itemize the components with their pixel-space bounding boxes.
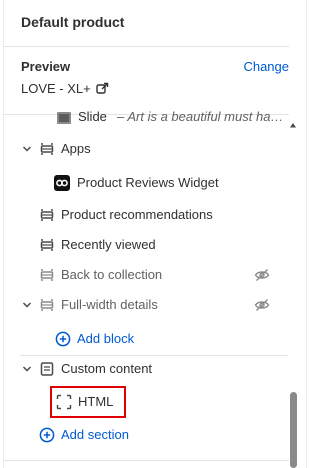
preview-value: LOVE - XL+ bbox=[21, 81, 91, 96]
tree-item-label: Full-width details bbox=[61, 297, 158, 312]
preview-product: LOVE - XL+ bbox=[21, 81, 109, 96]
tree-item-label: Product recommendations bbox=[61, 207, 213, 222]
eye-off-icon[interactable] bbox=[254, 297, 270, 313]
tree-item-html[interactable]: HTML bbox=[4, 388, 286, 416]
add-section-button[interactable]: Add section bbox=[4, 421, 286, 449]
tree-item-label: Recently viewed bbox=[61, 237, 156, 252]
tree-item-apps[interactable]: Apps bbox=[4, 135, 286, 163]
section-icon bbox=[40, 269, 54, 281]
theme-editor-sidebar: Default product Preview Change LOVE - XL… bbox=[3, 0, 307, 468]
section-icon bbox=[40, 143, 54, 155]
tree-item-label: Back to collection bbox=[61, 267, 163, 282]
tree-item-slide[interactable]: Slide – Art is a beautiful must ha… bbox=[4, 108, 286, 126]
tree-item-full-width-details[interactable]: Full-width details bbox=[4, 291, 286, 319]
tree-item-recently-viewed[interactable]: Recently viewed bbox=[4, 231, 286, 259]
page-title: Default product bbox=[21, 14, 125, 30]
tree-item-label: Custom content bbox=[61, 361, 153, 376]
text-section-icon bbox=[40, 362, 54, 376]
tree-item-subtitle: – Art is a beautiful must ha… bbox=[117, 109, 284, 124]
add-section-label: Add section bbox=[61, 427, 129, 442]
preview-label: Preview bbox=[21, 59, 71, 74]
section-icon bbox=[40, 239, 54, 251]
scrollbar-thumb[interactable] bbox=[290, 392, 297, 468]
app-icon bbox=[54, 175, 70, 191]
add-block-button[interactable]: Add block bbox=[4, 325, 286, 353]
tree-item-product-recommendations[interactable]: Product recommendations bbox=[4, 201, 286, 229]
tree-item-label: Slide bbox=[78, 109, 107, 124]
highlight-box bbox=[50, 386, 126, 418]
plus-circle-icon bbox=[39, 427, 55, 443]
external-link-icon[interactable] bbox=[96, 82, 109, 95]
divider bbox=[4, 46, 289, 47]
divider bbox=[4, 460, 289, 461]
image-icon bbox=[57, 112, 71, 124]
change-preview-link[interactable]: Change bbox=[243, 59, 289, 74]
section-icon bbox=[40, 209, 54, 221]
tree-item-product-reviews-widget[interactable]: Product Reviews Widget bbox=[4, 169, 286, 197]
chevron-down-icon[interactable] bbox=[22, 364, 32, 374]
section-icon bbox=[40, 299, 54, 311]
chevron-down-icon[interactable] bbox=[22, 300, 32, 310]
tree-item-back-to-collection[interactable]: Back to collection bbox=[4, 261, 286, 289]
eye-off-icon[interactable] bbox=[254, 267, 270, 283]
tree-item-custom-content[interactable]: Custom content bbox=[4, 355, 286, 383]
chevron-down-icon[interactable] bbox=[22, 144, 32, 154]
scroll-up-icon[interactable] bbox=[289, 121, 297, 129]
tree-item-label: Apps bbox=[61, 141, 91, 156]
add-block-label: Add block bbox=[77, 331, 135, 346]
plus-circle-icon bbox=[55, 331, 71, 347]
tree-item-label: Product Reviews Widget bbox=[77, 175, 219, 190]
